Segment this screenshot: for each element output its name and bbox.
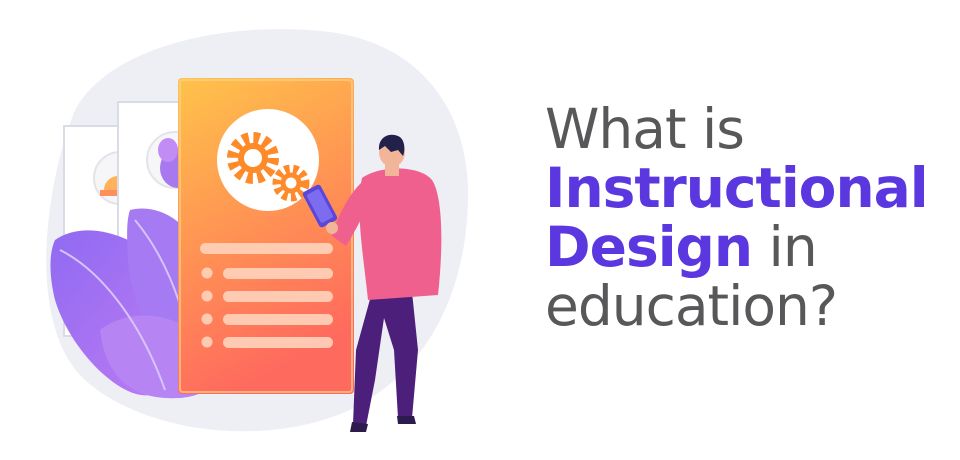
headline-line-3: Design in [545, 218, 945, 277]
instructional-design-illustration [46, 29, 469, 432]
headline-in: in [752, 215, 818, 279]
headline-highlight-design: Design [545, 215, 753, 279]
headline-highlight-instructional: Instructional [545, 156, 929, 220]
headline-line-1: What is [545, 97, 745, 161]
instruction-panel [178, 78, 354, 394]
headline: What is Instructional Design in educatio… [545, 100, 945, 336]
headline-line-4: education? [545, 274, 838, 338]
